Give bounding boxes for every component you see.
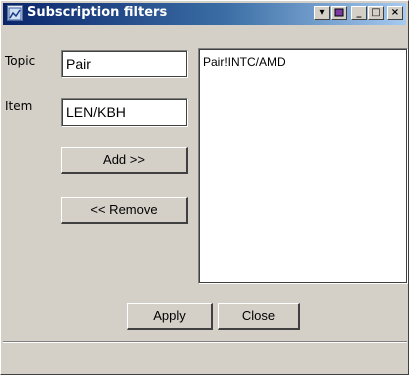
minimize-button[interactable]: _ <box>351 6 367 20</box>
title-bar[interactable]: Subscription filters ▾ _ □ × <box>3 3 406 25</box>
item-label: Item <box>5 99 33 113</box>
apply-button[interactable]: Apply <box>127 303 213 330</box>
add-button[interactable]: Add >> <box>61 147 188 174</box>
subscription-filters-window: Subscription filters ▾ _ □ × Topic Pair … <box>0 0 409 375</box>
window-title: Subscription filters <box>27 5 168 20</box>
pin-menu-button[interactable]: ▾ <box>314 6 330 20</box>
subscription-list[interactable]: Pair!INTC/AMD <box>198 48 408 284</box>
close-icon: × <box>390 7 400 18</box>
status-divider <box>3 341 407 343</box>
list-item[interactable]: Pair!INTC/AMD <box>203 55 286 69</box>
restore-icon <box>334 8 344 17</box>
app-window-icon <box>7 5 23 21</box>
maximize-button[interactable]: □ <box>368 6 384 20</box>
maximize-icon: □ <box>371 7 381 18</box>
minimize-icon: _ <box>356 7 362 18</box>
item-input[interactable]: LEN/KBH <box>61 98 188 127</box>
restore-button[interactable] <box>331 6 347 20</box>
topic-label: Topic <box>5 54 36 68</box>
close-button[interactable]: Close <box>218 303 300 330</box>
chevron-down-icon: ▾ <box>319 7 325 18</box>
topic-input[interactable]: Pair <box>61 50 188 78</box>
close-window-button[interactable]: × <box>387 6 403 20</box>
remove-button[interactable]: << Remove <box>61 197 188 224</box>
